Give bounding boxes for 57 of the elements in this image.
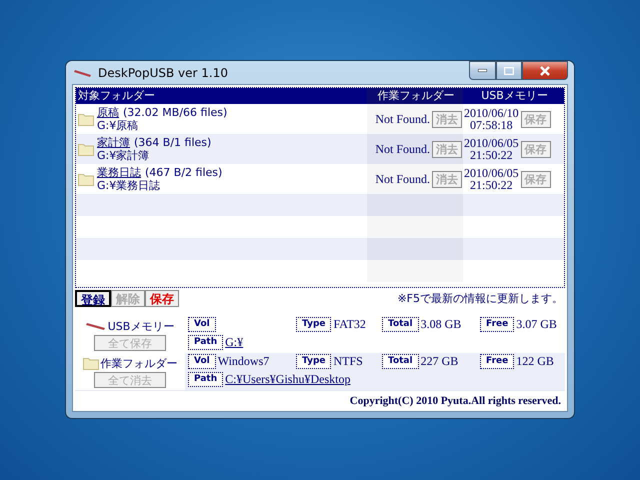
hint-text: ※F5で最新の情報に更新します。 [397,290,564,306]
timestamp: 2010/06/05 21:50:22 [464,167,519,191]
folder-path: G:¥原稿 [97,119,140,132]
folder-icon [78,172,94,186]
status-text: Not Found. [375,112,430,126]
path-link[interactable]: C:¥Users¥Gishu¥Desktop [225,372,350,387]
folder-icon [78,112,94,126]
folder-icon [82,356,98,370]
window-title: DeskPopUSB ver 1.10 [98,66,229,80]
maximize-icon [504,66,514,74]
folder-icon [78,142,94,156]
status-text: Not Found. [375,172,430,186]
field-value: 122 GB [516,354,554,369]
field-value: FAT32 [333,317,366,332]
close-button[interactable] [522,61,568,80]
column-header: USBメモリー [480,88,549,104]
close-icon [539,66,551,76]
field-label: Total [382,317,419,332]
folder-name-link[interactable]: 家計簿 [97,136,130,149]
action-button[interactable]: 解除 [111,290,145,306]
field-value: 3.07 GB [516,317,557,332]
folder-size: (32.02 MB/66 files) [123,106,228,119]
usb-stick-icon [74,68,92,76]
action-button[interactable]: 保存 [145,290,179,306]
usb-stick-icon [86,322,106,330]
maximize-button[interactable] [496,61,522,80]
minimize-button[interactable] [469,61,496,80]
field-value: NTFS [333,354,363,369]
field-label: Path [188,372,224,387]
folder-name-link[interactable]: 業務日誌 [97,166,141,179]
minimize-icon [478,69,487,72]
field-value: 227 GB [420,354,458,369]
field-label: Total [382,354,419,369]
timestamp: 2010/06/05 21:50:22 [464,137,519,161]
field-label: Path [188,335,224,350]
column-header: 作業フォルダー [367,88,463,104]
field-label: Type [296,317,332,332]
field-value: Windows7 [218,354,270,369]
folder-path: G:¥家計簿 [97,149,150,162]
status-text: Not Found. [375,142,430,156]
copyright-text: Copyright(C) 2010 Pyuta.All rights reserved. [75,390,565,409]
folder-size: (364 B/1 files) [134,136,212,149]
folder-path: G:¥業務日誌 [97,179,162,192]
field-label: Free [480,317,514,332]
folder-name-link[interactable]: 原稿 [97,106,119,119]
folder-size: (467 B/2 files) [145,166,222,179]
column-header: 対象フォルダー [77,88,156,104]
timestamp: 2010/06/10 07:58:18 [464,107,519,131]
path-link[interactable]: G:¥ [225,335,244,350]
field-value: 3.08 GB [420,317,462,332]
field-label: Vol [188,354,216,369]
drive-name: 作業フォルダー [100,356,178,370]
field-label: Vol [188,317,216,332]
field-label: Free [480,354,514,369]
field-label: Type [296,354,332,369]
drive-name: USBメモリー [108,318,174,334]
action-button[interactable]: 登録 [75,290,111,306]
